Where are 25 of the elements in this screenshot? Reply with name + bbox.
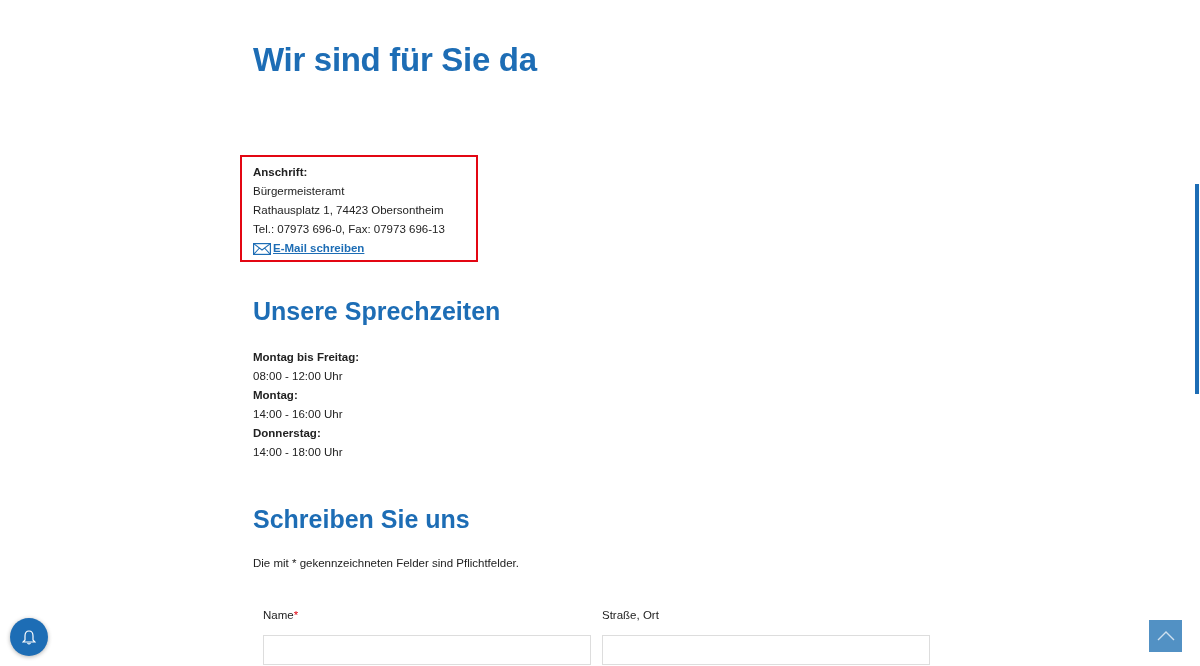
address-line: Rathausplatz 1, 74423 Obersontheim <box>253 203 445 218</box>
address-label: Anschrift: <box>253 165 309 180</box>
time-range: 14:00 - 16:00 Uhr <box>253 407 344 422</box>
required-note: Die mit * gekennzeichneten Felder sind Pflichtfelder. <box>253 556 520 571</box>
address-line: Tel.: 07973 696-0, Fax: 07973 696-13 <box>253 222 445 237</box>
time-range: 14:00 - 18:00 Uhr <box>253 445 344 460</box>
notification-button[interactable] <box>10 618 48 656</box>
day-label: Montag: <box>253 388 299 403</box>
section-heading: Unsere Sprechzeiten <box>253 296 502 327</box>
field-label: Straße, Ort <box>602 609 660 623</box>
address-line: Bürgermeisteramt <box>253 184 346 199</box>
envelope-icon <box>253 242 271 255</box>
scrollbar-thumb[interactable] <box>1195 184 1199 394</box>
input-field[interactable] <box>602 635 930 665</box>
input-field[interactable] <box>263 635 591 665</box>
chevron-up-icon <box>1156 631 1175 641</box>
day-label: Montag bis Freitag: <box>253 350 361 365</box>
time-range: 08:00 - 12:00 Uhr <box>253 369 344 384</box>
field-label: Name* <box>263 609 300 623</box>
section-heading: Schreiben Sie uns <box>253 504 471 535</box>
page-heading: Wir sind für Sie da <box>253 40 539 80</box>
scroll-to-top-button[interactable] <box>1149 620 1182 652</box>
day-label: Donnerstag: <box>253 426 322 441</box>
bell-icon <box>22 629 36 645</box>
email-link[interactable]: E-Mail schreiben <box>273 239 365 258</box>
